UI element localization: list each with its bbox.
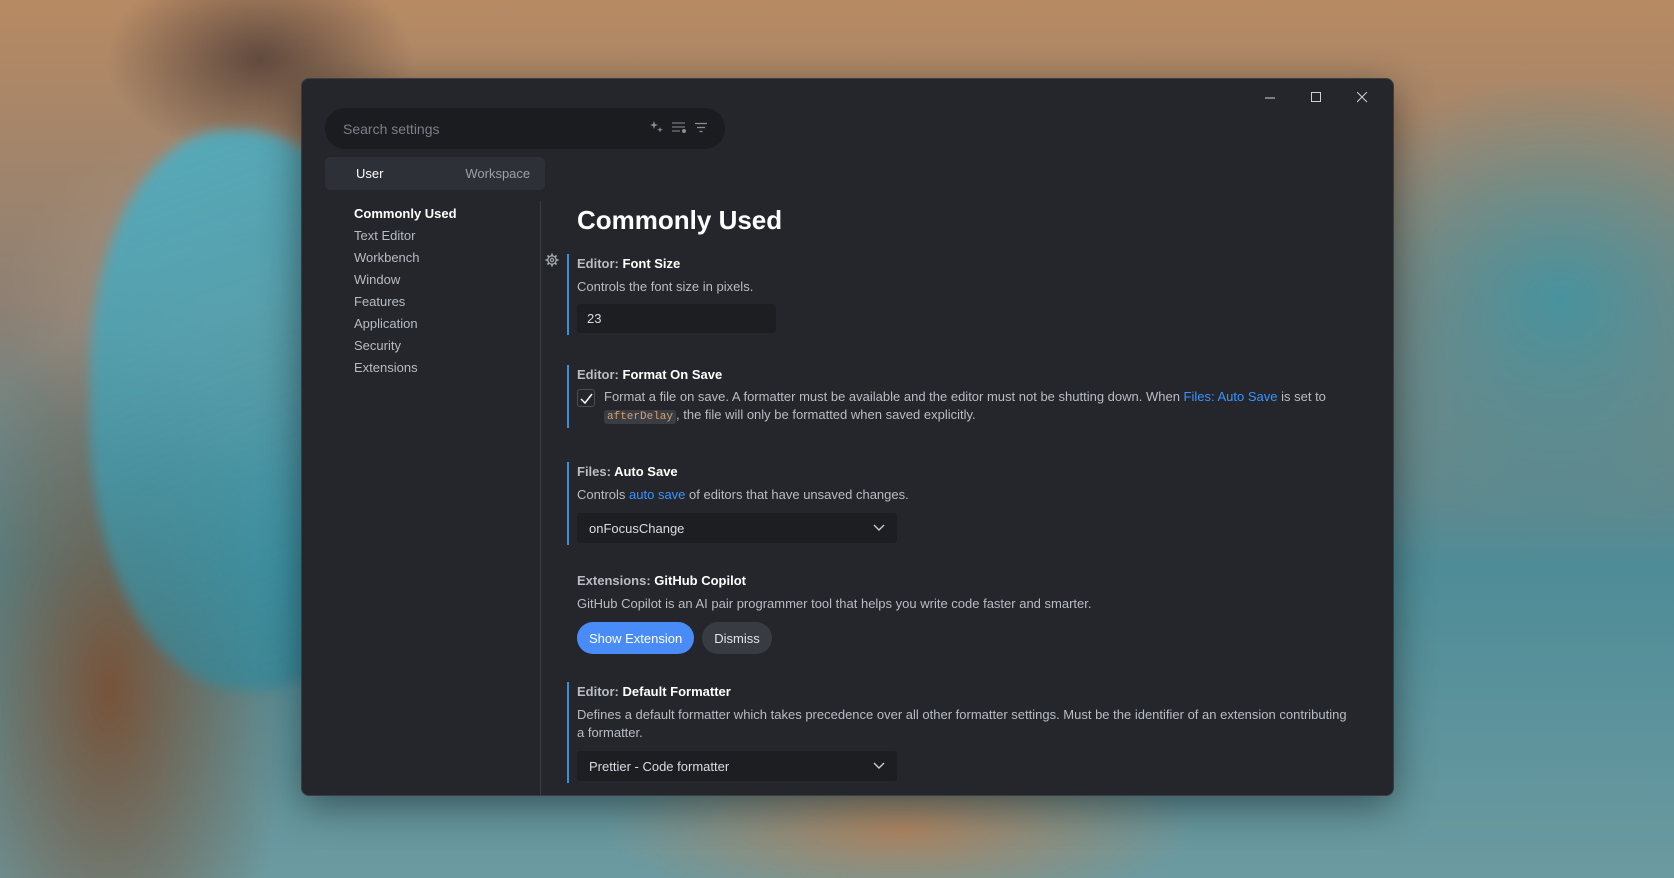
files-auto-save-link[interactable]: Files: Auto Save: [1184, 389, 1278, 404]
maximize-icon: [1310, 91, 1321, 102]
show-extension-button[interactable]: Show Extension: [577, 622, 695, 654]
setting-name: Font Size: [622, 256, 681, 271]
checkbox-row: Format a file on save. A formatter must …: [577, 388, 1357, 426]
list-filter-icon[interactable]: [672, 121, 687, 136]
setting-default-formatter: Editor: Default Formatter Defines a defa…: [567, 682, 1357, 783]
dismiss-button[interactable]: Dismiss: [702, 622, 772, 654]
setting-title: Extensions: GitHub Copilot: [577, 573, 1357, 588]
toc-item-commonly-used[interactable]: Commonly Used: [354, 203, 457, 225]
close-button[interactable]: [1339, 83, 1385, 111]
setting-name: Auto Save: [614, 464, 678, 479]
setting-title: Editor: Font Size: [577, 256, 1357, 271]
scope-tabs: User Workspace: [325, 157, 545, 190]
auto-save-link[interactable]: auto save: [629, 487, 685, 502]
setting-description: Controls auto save of editors that have …: [577, 486, 1357, 504]
settings-window: User Workspace Commonly Used Text Editor…: [301, 78, 1394, 796]
page-title: Commonly Used: [577, 205, 783, 235]
setting-category: Editor:: [577, 256, 623, 271]
settings-content: Commonly Used Editor: Font Size Controls…: [567, 197, 1357, 783]
font-size-input[interactable]: [577, 304, 776, 333]
select-value: onFocusChange: [589, 520, 685, 536]
setting-description: GitHub Copilot is an AI pair programmer …: [577, 596, 1092, 611]
tab-workspace[interactable]: Workspace: [451, 157, 546, 190]
setting-title: Files: Auto Save: [577, 464, 1357, 479]
search-input[interactable]: [343, 120, 642, 137]
settings-toc: Commonly Used Text Editor Workbench Wind…: [354, 203, 457, 379]
toc-item-window[interactable]: Window: [354, 269, 457, 291]
chevron-down-icon: [873, 762, 885, 769]
check-icon: [579, 393, 593, 404]
window-controls: [1247, 83, 1385, 111]
setting-format-on-save: Editor: Format On Save Format a file on …: [567, 365, 1357, 428]
toc-item-features[interactable]: Features: [354, 291, 457, 313]
description-text: , the file will only be formatted when s…: [676, 407, 976, 422]
setting-description: Defines a default formatter which takes …: [577, 707, 1347, 740]
toc-item-application[interactable]: Application: [354, 313, 457, 335]
setting-description: Controls the font size in pixels.: [577, 279, 754, 294]
filter-icon[interactable]: [695, 121, 707, 136]
auto-save-select[interactable]: onFocusChange: [577, 513, 897, 543]
setting-title: Editor: Format On Save: [577, 367, 1357, 382]
minimize-button[interactable]: [1247, 83, 1293, 111]
toc-item-security[interactable]: Security: [354, 335, 457, 357]
description-text: is set to: [1277, 389, 1326, 404]
gear-icon[interactable]: [545, 253, 559, 270]
minimize-icon: [1264, 97, 1275, 98]
setting-description: Format a file on save. A formatter must …: [604, 388, 1357, 426]
setting-category: Editor:: [577, 684, 623, 699]
description-text: Format a file on save. A formatter must …: [604, 389, 1184, 404]
copilot-actions: Show Extension Dismiss: [577, 622, 1357, 654]
setting-font-size: Editor: Font Size Controls the font size…: [567, 254, 1357, 335]
sparkle-icon[interactable]: [650, 120, 664, 137]
chevron-down-icon: [873, 524, 885, 531]
setting-auto-save: Files: Auto Save Controls auto save of e…: [567, 462, 1357, 545]
setting-title: Editor: Default Formatter: [577, 684, 1357, 699]
description-text: of editors that have unsaved changes.: [685, 487, 909, 502]
search-bar: [325, 108, 725, 149]
default-formatter-select[interactable]: Prettier - Code formatter: [577, 751, 897, 781]
select-value: Prettier - Code formatter: [589, 758, 730, 774]
setting-name: Default Formatter: [622, 684, 731, 699]
format-on-save-checkbox[interactable]: [577, 389, 595, 407]
setting-category: Files:: [577, 464, 615, 479]
tab-user[interactable]: User: [325, 157, 451, 190]
setting-name: Format On Save: [622, 367, 723, 382]
close-icon: [1356, 91, 1367, 102]
description-text: Controls: [577, 487, 630, 502]
setting-category: Editor:: [577, 367, 623, 382]
toc-item-extensions[interactable]: Extensions: [354, 357, 457, 379]
maximize-button[interactable]: [1293, 83, 1339, 111]
toc-item-workbench[interactable]: Workbench: [354, 247, 457, 269]
toc-divider[interactable]: [540, 201, 541, 795]
setting-name: GitHub Copilot: [654, 573, 746, 588]
toc-item-text-editor[interactable]: Text Editor: [354, 225, 457, 247]
code-snippet: afterDelay: [604, 410, 677, 424]
setting-category: Extensions:: [577, 573, 655, 588]
setting-github-copilot: Extensions: GitHub Copilot GitHub Copilo…: [567, 573, 1357, 654]
